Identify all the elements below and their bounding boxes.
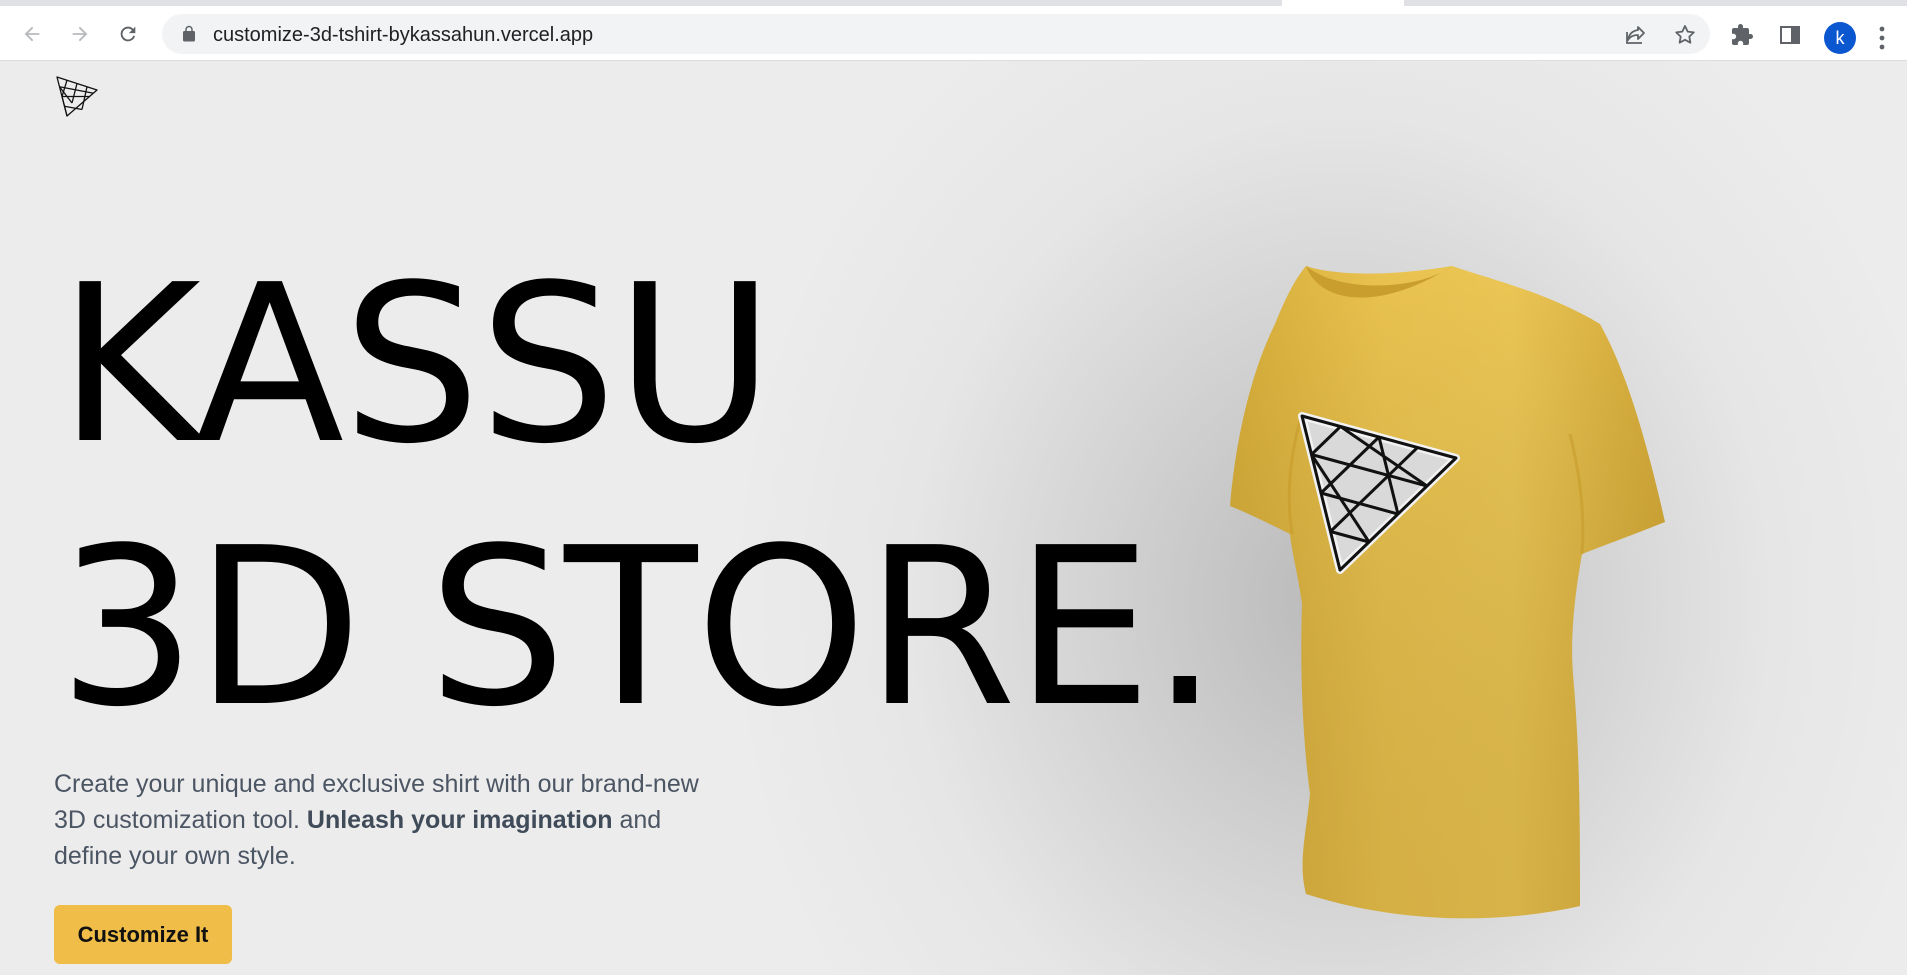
bookmark-star-icon[interactable] [1673,23,1697,47]
customize-it-button[interactable]: Customize It [54,905,232,964]
address-bar[interactable]: customize-3d-tshirt-bykassahun.vercel.ap… [162,14,1710,54]
share-icon[interactable] [1624,23,1648,47]
more-menu-icon[interactable] [1877,25,1887,51]
lock-icon [183,25,195,42]
reload-icon [120,26,136,42]
threejs-logo-icon[interactable] [54,74,100,120]
hero-description: Create your unique and exclusive shirt w… [54,766,734,874]
back-button[interactable] [14,16,50,52]
extensions-icon[interactable] [1730,23,1754,47]
side-panel-icon[interactable] [1778,23,1802,47]
forward-button[interactable] [62,16,98,52]
arrow-left-icon [24,26,40,42]
intro-text-bold: Unleash your imagination [306,806,613,834]
hero-title-line-2: 3D STORE. [58,502,1219,755]
browser-toolbar: customize-3d-tshirt-bykassahun.vercel.ap… [0,6,1907,61]
hero-title-line-1: KASSU [58,239,775,492]
profile-avatar[interactable]: k [1824,22,1856,54]
page-viewport: KASSU 3D STORE. Create your unique and e… [0,62,1907,975]
url-text[interactable]: customize-3d-tshirt-bykassahun.vercel.ap… [213,24,593,47]
reload-button[interactable] [110,16,146,52]
arrow-right-icon [72,26,88,42]
